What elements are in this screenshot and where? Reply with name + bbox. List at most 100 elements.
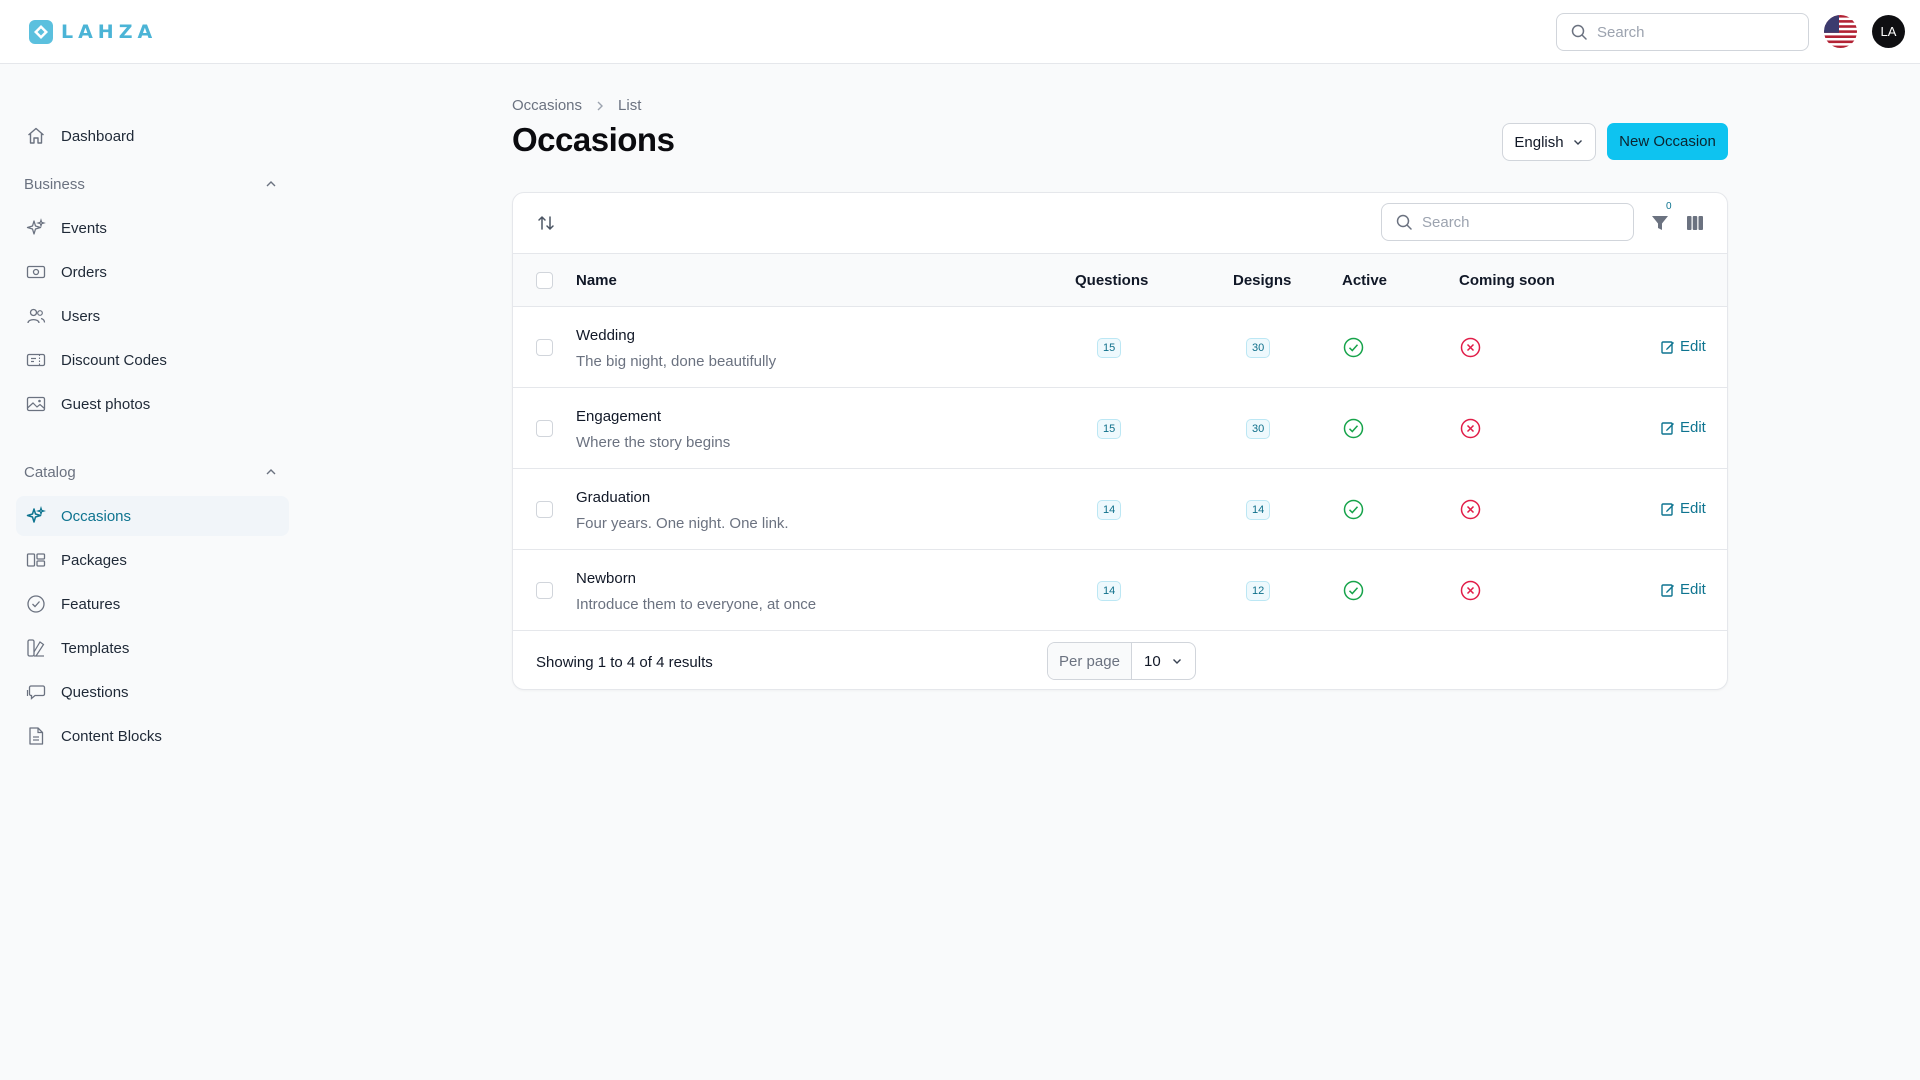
sidebar: Dashboard Business Events Orders Users D…: [0, 64, 300, 1080]
edit-link-label: Edit: [1680, 581, 1706, 598]
sidebar-item-questions[interactable]: Questions: [16, 672, 289, 712]
breadcrumb-occasions[interactable]: Occasions: [512, 97, 582, 114]
sidebar-item-dashboard[interactable]: Dashboard: [16, 116, 289, 156]
chevron-up-icon[interactable]: [263, 176, 279, 192]
language-select-value: English: [1514, 133, 1564, 151]
filter-icon[interactable]: [1650, 213, 1670, 233]
pencil-square-icon: [1661, 583, 1674, 597]
sidebar-item-features[interactable]: Features: [16, 584, 289, 624]
table-row[interactable]: Wedding The big night, done beautifully …: [513, 307, 1727, 388]
banknote-icon: [25, 261, 47, 283]
per-page-label: Per page: [1048, 643, 1132, 679]
filter-count-badge: 0: [1666, 201, 1672, 212]
sidebar-item-label: Packages: [61, 551, 127, 569]
home-icon: [25, 125, 47, 147]
occasions-table-card: 0 Name Questions Designs Active Coming s…: [512, 192, 1728, 690]
column-header-name[interactable]: Name: [576, 272, 617, 289]
occasion-description: Introduce them to everyone, at once: [576, 596, 817, 613]
new-occasion-button[interactable]: New Occasion: [1607, 123, 1728, 160]
per-page-value: 10: [1144, 652, 1161, 670]
sidebar-item-discount-codes[interactable]: Discount Codes: [16, 340, 289, 380]
questions-count-badge: 15: [1097, 419, 1122, 439]
row-checkbox[interactable]: [536, 501, 553, 518]
sidebar-group-business: Business: [24, 176, 85, 193]
sidebar-item-label: Users: [61, 307, 101, 325]
per-page-select[interactable]: 10: [1132, 643, 1195, 679]
edit-link[interactable]: Edit: [1661, 500, 1706, 517]
document-icon: [25, 725, 47, 747]
edit-link-label: Edit: [1680, 500, 1706, 517]
sidebar-item-guest-photos[interactable]: Guest photos: [16, 384, 289, 424]
pencil-square-icon: [1661, 421, 1674, 435]
sidebar-item-occasions[interactable]: Occasions: [16, 496, 289, 536]
sidebar-item-label: Events: [61, 219, 107, 237]
sidebar-item-label: Features: [61, 595, 121, 613]
pencil-square-icon: [1661, 340, 1674, 354]
designs-count-badge: 30: [1246, 419, 1271, 439]
per-page-control[interactable]: Per page 10: [1047, 642, 1196, 680]
occasion-description: Where the story begins: [576, 434, 731, 451]
sidebar-item-events[interactable]: Events: [16, 208, 289, 248]
sidebar-item-packages[interactable]: Packages: [16, 540, 289, 580]
sidebar-item-label: Occasions: [61, 507, 132, 525]
chevron-down-icon: [1573, 140, 1582, 145]
questions-count-badge: 14: [1097, 500, 1122, 520]
us-flag-icon[interactable]: [1824, 15, 1857, 48]
column-header-designs[interactable]: Designs: [1233, 272, 1291, 289]
table-row[interactable]: Newborn Introduce them to everyone, at o…: [513, 550, 1727, 631]
row-checkbox[interactable]: [536, 339, 553, 356]
edit-link[interactable]: Edit: [1661, 581, 1706, 598]
check-circle-icon: [1343, 418, 1364, 439]
edit-link[interactable]: Edit: [1661, 338, 1706, 355]
designs-count-badge: 12: [1246, 581, 1271, 601]
designs-count-badge: 30: [1246, 338, 1271, 358]
page-title: Occasions: [512, 121, 675, 158]
sidebar-item-label: Templates: [61, 639, 130, 657]
sparkles-icon: [25, 217, 47, 239]
breadcrumb: Occasions List: [512, 97, 641, 114]
column-header-coming-soon[interactable]: Coming soon: [1459, 272, 1555, 289]
global-search-input[interactable]: [1597, 23, 1787, 41]
sidebar-item-content-blocks[interactable]: Content Blocks: [16, 716, 289, 756]
edit-link[interactable]: Edit: [1661, 419, 1706, 436]
chevron-right-icon: [597, 101, 604, 110]
table-row[interactable]: Graduation Four years. One night. One li…: [513, 469, 1727, 550]
occasion-description: Four years. One night. One link.: [576, 515, 789, 532]
search-icon: [1396, 214, 1412, 230]
logo-icon: [29, 20, 53, 44]
sidebar-item-label: Guest photos: [61, 395, 151, 413]
chevron-up-icon[interactable]: [263, 464, 279, 480]
table-search-input[interactable]: [1422, 213, 1612, 231]
x-circle-icon: [1460, 337, 1481, 358]
chevron-down-icon: [1172, 659, 1181, 664]
check-circle-icon: [1343, 337, 1364, 358]
sidebar-item-templates[interactable]: Templates: [16, 628, 289, 668]
global-search[interactable]: [1556, 13, 1809, 51]
table-search[interactable]: [1381, 203, 1634, 241]
occasion-name: Graduation: [576, 489, 651, 506]
sort-icon[interactable]: [536, 213, 556, 233]
app-name: LAHZA: [61, 21, 158, 43]
sidebar-item-orders[interactable]: Orders: [16, 252, 289, 292]
occasion-name: Wedding: [576, 327, 635, 344]
pencil-square-icon: [1661, 502, 1674, 516]
row-checkbox[interactable]: [536, 420, 553, 437]
check-circle-icon: [1343, 580, 1364, 601]
layout-icon: [25, 549, 47, 571]
sidebar-item-label: Orders: [61, 263, 107, 281]
columns-icon[interactable]: [1685, 213, 1705, 233]
select-all-checkbox[interactable]: [536, 272, 553, 289]
table-toolbar: 0: [513, 193, 1727, 254]
search-icon: [1571, 24, 1587, 40]
user-avatar[interactable]: LA: [1872, 15, 1905, 48]
swatch-icon: [25, 637, 47, 659]
ticket-icon: [25, 349, 47, 371]
app-logo[interactable]: LAHZA: [27, 18, 157, 46]
language-select[interactable]: English: [1502, 123, 1596, 161]
sidebar-item-users[interactable]: Users: [16, 296, 289, 336]
table-row[interactable]: Engagement Where the story begins 15 30 …: [513, 388, 1727, 469]
column-header-questions[interactable]: Questions: [1075, 272, 1148, 289]
row-checkbox[interactable]: [536, 582, 553, 599]
column-header-active[interactable]: Active: [1342, 272, 1387, 289]
breadcrumb-list: List: [618, 97, 642, 114]
